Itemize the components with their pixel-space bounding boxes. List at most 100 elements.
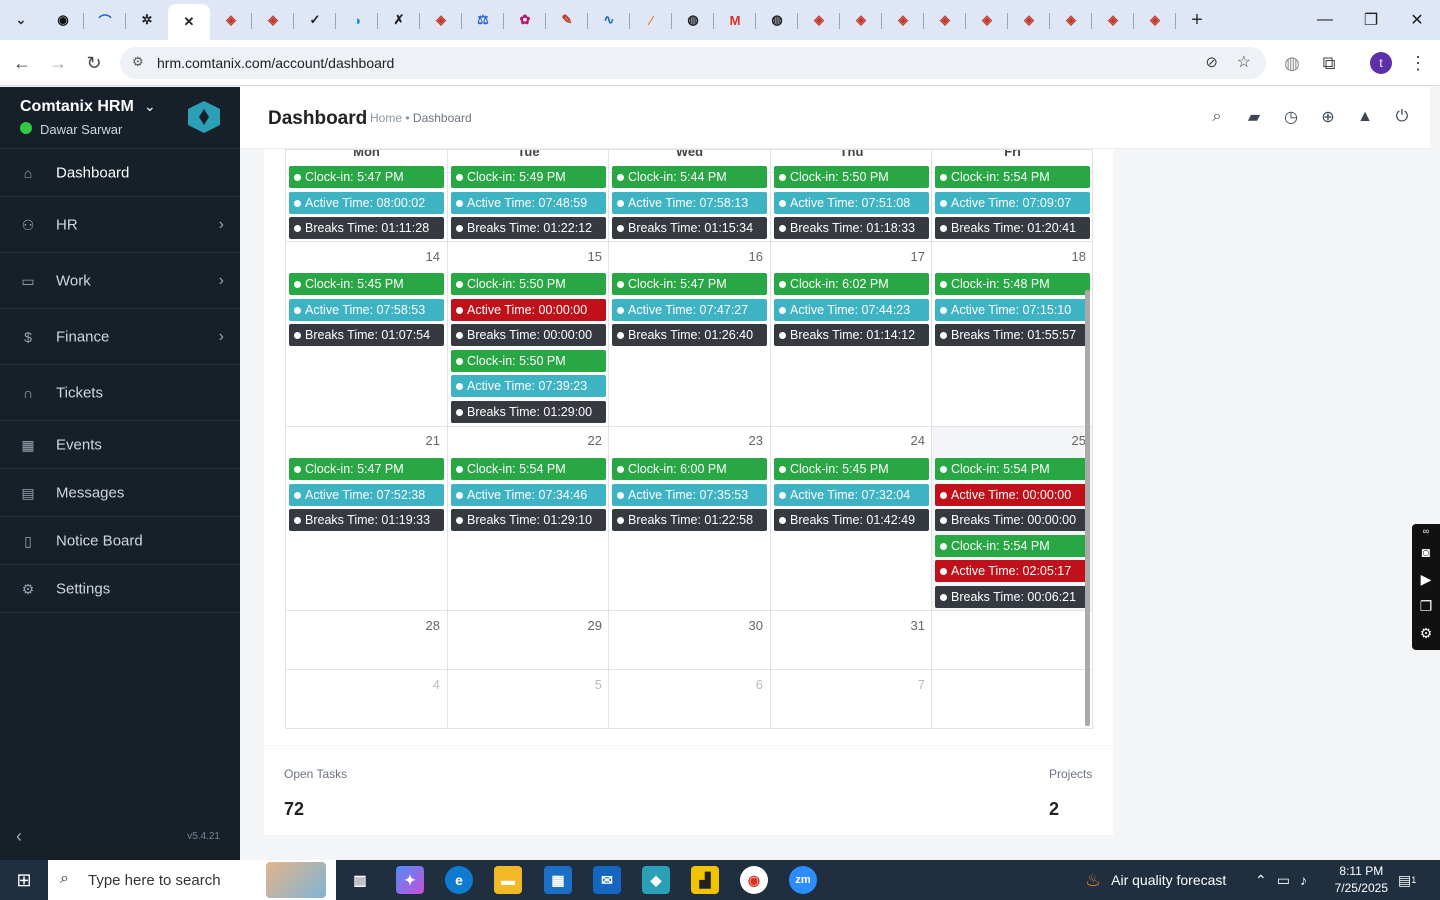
clock-in-event[interactable]: Clock-in: 6:00 PM (612, 458, 767, 480)
active-time-event[interactable]: Active Time: 07:35:53 (612, 483, 767, 506)
store-icon[interactable]: ▦ (544, 866, 572, 894)
clock-in-event[interactable]: Clock-in: 5:45 PM (289, 273, 444, 295)
link-icon[interactable]: ∞ (1412, 524, 1440, 539)
calendar-scrollbar[interactable] (1085, 290, 1090, 726)
browser-tab[interactable]: ✲ (126, 4, 168, 36)
clock-in-event[interactable]: Clock-in: 5:47 PM (612, 273, 767, 295)
task-view-icon[interactable]: ▥ (346, 866, 374, 894)
notifications-icon[interactable]: ▤ 1 (1398, 860, 1416, 900)
restore-icon[interactable]: ❐ (1348, 0, 1394, 40)
browser-tab[interactable]: ✗ (378, 4, 420, 36)
weather-widget[interactable]: ♨ Air quality forecast (1085, 860, 1226, 900)
breaks-time-event[interactable]: Breaks Time: 01:55:57 (935, 324, 1090, 347)
taskbar-search-placeholder[interactable]: Type here to search (88, 872, 221, 889)
brand-name[interactable]: Comtanix HRM (20, 98, 134, 116)
camera-icon[interactable]: ◙ (1412, 539, 1440, 566)
star-icon[interactable]: ☆ (1237, 52, 1251, 72)
browser-tab[interactable]: ◉ (42, 4, 84, 36)
clock-in-event[interactable]: Clock-in: 5:50 PM (451, 273, 606, 295)
sidebar-item-work[interactable]: ▭ Work › (0, 253, 240, 309)
browser-tab[interactable]: ◈ (1092, 4, 1134, 36)
sidebar-item-tickets[interactable]: ∩ Tickets (0, 365, 240, 421)
collapse-sidebar-icon[interactable]: ‹ (16, 826, 22, 847)
more-menu-icon[interactable]: ⋮ (1405, 50, 1431, 76)
browser-tab[interactable]: ◈ (840, 4, 882, 36)
active-time-event[interactable]: Active Time: 07:52:38 (289, 483, 444, 506)
tab-list-button[interactable]: ⌄ (0, 4, 42, 36)
browser-tab[interactable]: ⌒ (84, 4, 126, 36)
browser-tab[interactable]: ◈ (1134, 4, 1176, 36)
chrome-icon[interactable]: ◉ (740, 866, 768, 894)
clock-in-event[interactable]: Clock-in: 5:49 PM (451, 166, 606, 188)
chevron-down-icon[interactable]: ⌄ (144, 98, 156, 115)
open-tasks-value[interactable]: 72 (284, 799, 304, 820)
reload-icon[interactable]: ↻ (81, 50, 107, 76)
browser-tab[interactable]: ◈ (882, 4, 924, 36)
sticky-notes-icon[interactable]: ▟ (691, 866, 719, 894)
breaks-time-event[interactable]: Breaks Time: 01:22:12 (451, 217, 606, 240)
power-icon[interactable]: ⏻ (1392, 107, 1412, 127)
clock-in-event[interactable]: Clock-in: 5:44 PM (612, 166, 767, 188)
breaks-time-event[interactable]: Breaks Time: 01:20:41 (935, 217, 1090, 240)
volume-icon[interactable]: ♪ (1300, 872, 1307, 888)
url-field[interactable]: ⚙ hrm.comtanix.com/account/dashboard ⊘ ☆ (120, 47, 1266, 79)
browser-tab[interactable]: ◈ (798, 4, 840, 36)
browser-tab[interactable]: ◈ (924, 4, 966, 36)
active-time-event[interactable]: Active Time: 07:47:27 (612, 298, 767, 321)
close-window-icon[interactable]: ✕ (1394, 0, 1440, 40)
active-time-event[interactable]: Active Time: 07:39:23 (451, 375, 606, 398)
tracking-off-icon[interactable]: ⊘ (1205, 53, 1218, 71)
extensions-icon[interactable]: ⧉ (1316, 50, 1342, 76)
breaks-time-event[interactable]: Breaks Time: 01:22:58 (612, 509, 767, 532)
breaks-time-event[interactable]: Breaks Time: 01:29:00 (451, 401, 606, 423)
add-circle-icon[interactable]: ⊕ (1318, 107, 1338, 127)
active-time-event[interactable]: Active Time: 00:00:00 (451, 298, 606, 321)
sticky-note-icon[interactable]: ▰ (1244, 107, 1264, 127)
gear-icon[interactable]: ⚙ (1412, 620, 1440, 647)
mail-icon[interactable]: ✉ (593, 866, 621, 894)
chevron-up-icon[interactable]: ⌃ (1255, 872, 1267, 889)
new-tab-button[interactable]: + (1176, 4, 1218, 36)
system-clock[interactable]: 8:11 PM 7/25/2025 (1335, 863, 1388, 897)
active-time-event[interactable]: Active Time: 07:58:53 (289, 298, 444, 321)
clock-in-event[interactable]: Clock-in: 5:45 PM (774, 458, 929, 480)
active-time-event[interactable]: Active Time: 02:05:17 (935, 560, 1090, 583)
close-icon[interactable]: ✕ (181, 14, 197, 30)
search-icon[interactable]: ⌕ (1207, 107, 1227, 127)
breaks-time-event[interactable]: Breaks Time: 00:00:00 (451, 324, 606, 347)
breaks-time-event[interactable]: Breaks Time: 01:29:10 (451, 509, 606, 532)
forward-icon[interactable]: → (45, 50, 71, 76)
profile-avatar[interactable]: t (1370, 52, 1392, 74)
sidebar-item-notice-board[interactable]: ▯ Notice Board (0, 517, 240, 565)
active-time-event[interactable]: Active Time: 07:44:23 (774, 298, 929, 321)
sidebar-item-messages[interactable]: ▤ Messages (0, 469, 240, 517)
breaks-time-event[interactable]: Breaks Time: 01:07:54 (289, 324, 444, 347)
active-time-event[interactable]: Active Time: 08:00:02 (289, 191, 444, 214)
clock-in-event[interactable]: Clock-in: 5:54 PM (451, 458, 606, 480)
active-time-event[interactable]: Active Time: 07:32:04 (774, 483, 929, 506)
browser-tab[interactable]: ◈ (420, 4, 462, 36)
browser-tab[interactable]: M (714, 4, 756, 36)
browser-tab[interactable]: ⚖ (462, 4, 504, 36)
sidebar-item-dashboard[interactable]: ⌂ Dashboard (0, 149, 240, 197)
browser-tab[interactable]: ⁄ (630, 4, 672, 36)
comtanix-app-icon[interactable]: ◆ (642, 866, 670, 894)
browser-tab[interactable]: ◍ (756, 4, 798, 36)
browser-tab[interactable]: ✿ (504, 4, 546, 36)
browser-tab[interactable]: ◑ (336, 4, 378, 36)
clock-in-event[interactable]: Clock-in: 5:54 PM (935, 166, 1090, 188)
active-time-event[interactable]: Active Time: 07:51:08 (774, 191, 929, 214)
browser-tab-active[interactable]: ✕ (168, 4, 210, 40)
active-time-event[interactable]: Active Time: 07:09:07 (935, 191, 1090, 214)
back-icon[interactable]: ← (9, 50, 35, 76)
browser-tab[interactable]: ✓ (294, 4, 336, 36)
clock-in-event[interactable]: Clock-in: 6:02 PM (774, 273, 929, 295)
breaks-time-event[interactable]: Breaks Time: 00:00:00 (935, 509, 1090, 532)
clock-in-event[interactable]: Clock-in: 5:54 PM (935, 534, 1090, 557)
browser-tab[interactable]: ◍ (672, 4, 714, 36)
zoom-icon[interactable]: zm (789, 866, 817, 894)
brand-header[interactable]: Comtanix HRM ⌄ Dawar Sarwar (0, 87, 240, 149)
edge-icon[interactable]: e (445, 866, 473, 894)
clock-in-event[interactable]: Clock-in: 5:54 PM (935, 458, 1090, 480)
clock-in-event[interactable]: Clock-in: 5:48 PM (935, 273, 1090, 295)
